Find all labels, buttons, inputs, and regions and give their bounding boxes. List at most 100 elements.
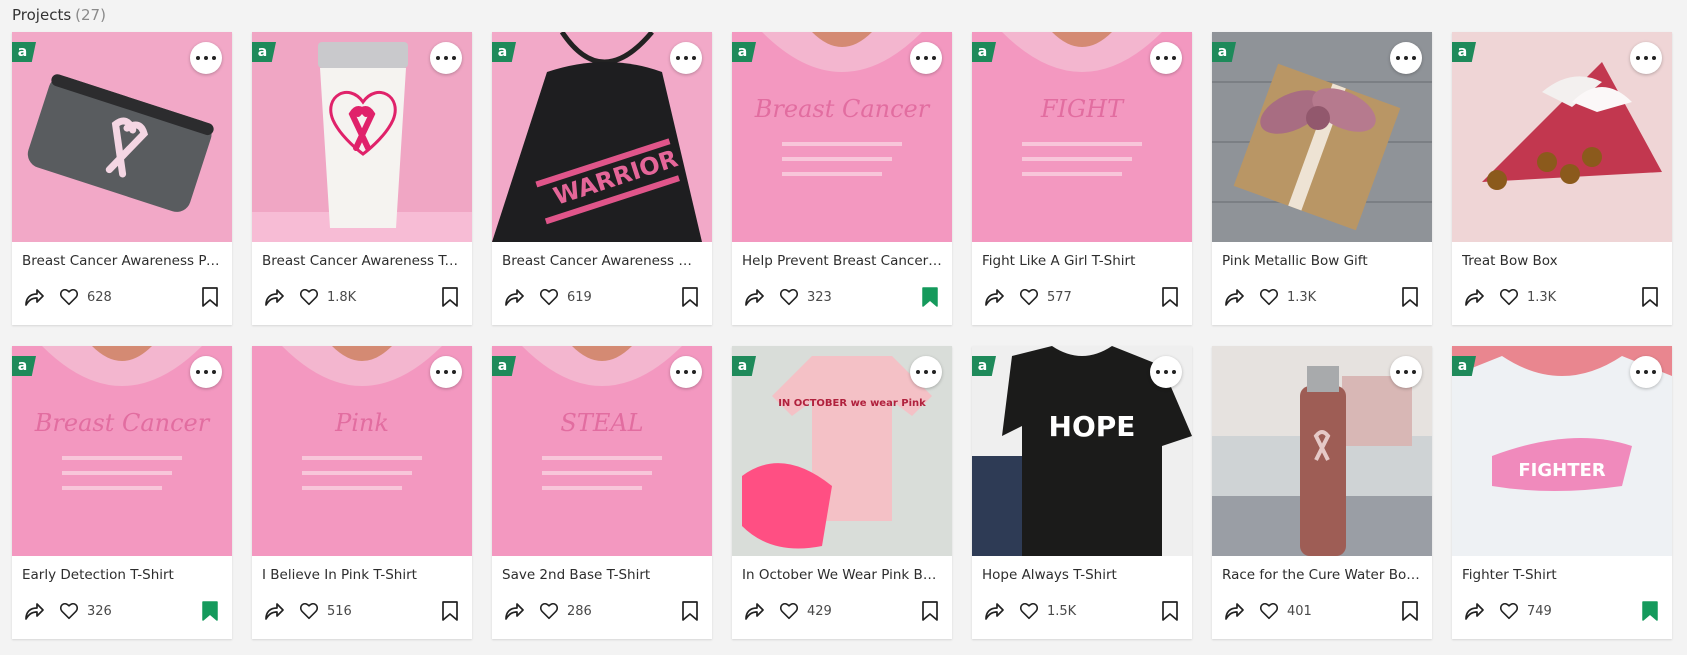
dot bbox=[1404, 370, 1408, 374]
project-card[interactable]: IN OCTOBER we wear Pink a In October We … bbox=[732, 346, 952, 639]
like-count: 628 bbox=[87, 289, 112, 305]
project-title[interactable]: Help Prevent Breast Cancer ... bbox=[742, 253, 942, 269]
bookmark-filled-icon[interactable] bbox=[920, 286, 940, 308]
thumb-text: Pink bbox=[334, 409, 389, 437]
share-icon[interactable] bbox=[742, 285, 766, 309]
project-title[interactable]: Early Detection T-Shirt bbox=[22, 567, 222, 583]
more-options-button[interactable] bbox=[1150, 42, 1182, 74]
like-button[interactable]: 1.3K bbox=[1498, 286, 1556, 308]
like-button[interactable]: 628 bbox=[58, 286, 112, 308]
project-title[interactable]: Treat Bow Box bbox=[1462, 253, 1662, 269]
project-card[interactable]: a Pink Metallic Bow Gift 1.3K bbox=[1212, 32, 1432, 325]
like-button[interactable]: 286 bbox=[538, 600, 592, 622]
more-options-button[interactable] bbox=[190, 42, 222, 74]
bookmark-icon[interactable] bbox=[1400, 600, 1420, 622]
more-options-button[interactable] bbox=[1630, 42, 1662, 74]
project-card[interactable]: Breast Cancer a Early Detection T-Shirt … bbox=[12, 346, 232, 639]
project-card[interactable]: STEAL a Save 2nd Base T-Shirt 286 bbox=[492, 346, 712, 639]
share-icon[interactable] bbox=[982, 285, 1006, 309]
like-button[interactable]: 577 bbox=[1018, 286, 1072, 308]
bookmark-icon[interactable] bbox=[200, 286, 220, 308]
project-card[interactable]: a Treat Bow Box 1.3K bbox=[1452, 32, 1672, 325]
more-options-button[interactable] bbox=[910, 356, 942, 388]
like-button[interactable]: 326 bbox=[58, 600, 112, 622]
project-card[interactable]: Pink I Believe In Pink T-Shirt 516 bbox=[252, 346, 472, 639]
share-icon[interactable] bbox=[502, 599, 526, 623]
share-icon[interactable] bbox=[982, 599, 1006, 623]
share-icon[interactable] bbox=[22, 285, 46, 309]
project-card[interactable]: WARRIOR a Breast Cancer Awareness W... 6… bbox=[492, 32, 712, 325]
like-button[interactable]: 323 bbox=[778, 286, 832, 308]
bookmark-icon[interactable] bbox=[1640, 286, 1660, 308]
more-options-button[interactable] bbox=[1390, 356, 1422, 388]
bookmark-icon[interactable] bbox=[680, 600, 700, 622]
dot bbox=[1396, 56, 1400, 60]
more-options-button[interactable] bbox=[430, 42, 462, 74]
share-icon[interactable] bbox=[262, 599, 286, 623]
access-badge-icon: a bbox=[732, 356, 756, 376]
project-title[interactable]: Race for the Cure Water Bottle bbox=[1222, 567, 1422, 583]
project-title[interactable]: In October We Wear Pink Ba... bbox=[742, 567, 942, 583]
more-options-button[interactable] bbox=[1630, 356, 1662, 388]
thumb-text: STEAL bbox=[560, 409, 643, 437]
card-actions: 286 bbox=[502, 599, 700, 623]
like-button[interactable]: 1.5K bbox=[1018, 600, 1076, 622]
project-card[interactable]: Race for the Cure Water Bottle 401 bbox=[1212, 346, 1432, 639]
thumb-text: Breast Cancer bbox=[34, 409, 211, 437]
card-actions: 1.5K bbox=[982, 599, 1180, 623]
heart-icon bbox=[1258, 600, 1280, 622]
project-card[interactable]: FIGHT a Fight Like A Girl T-Shirt 577 bbox=[972, 32, 1192, 325]
project-card[interactable]: a Breast Cancer Awareness Po... 628 bbox=[12, 32, 232, 325]
dot bbox=[1652, 56, 1656, 60]
like-count: 1.8K bbox=[327, 289, 357, 305]
project-card[interactable]: Breast Cancer a Help Prevent Breast Canc… bbox=[732, 32, 952, 325]
bookmark-icon[interactable] bbox=[1160, 600, 1180, 622]
like-button[interactable]: 619 bbox=[538, 286, 592, 308]
access-badge-icon: a bbox=[492, 356, 516, 376]
bookmark-icon[interactable] bbox=[680, 286, 700, 308]
like-button[interactable]: 429 bbox=[778, 600, 832, 622]
more-options-button[interactable] bbox=[1150, 356, 1182, 388]
share-icon[interactable] bbox=[1222, 285, 1246, 309]
more-options-button[interactable] bbox=[910, 42, 942, 74]
more-options-button[interactable] bbox=[1390, 42, 1422, 74]
share-icon[interactable] bbox=[262, 285, 286, 309]
share-icon[interactable] bbox=[1222, 599, 1246, 623]
more-options-button[interactable] bbox=[670, 356, 702, 388]
project-card[interactable]: HOPE a Hope Always T-Shirt 1.5K bbox=[972, 346, 1192, 639]
share-icon[interactable] bbox=[502, 285, 526, 309]
project-title[interactable]: Breast Cancer Awareness W... bbox=[502, 253, 702, 269]
like-count: 326 bbox=[87, 603, 112, 619]
bookmark-filled-icon[interactable] bbox=[1640, 600, 1660, 622]
project-title[interactable]: Fight Like A Girl T-Shirt bbox=[982, 253, 1182, 269]
like-button[interactable]: 401 bbox=[1258, 600, 1312, 622]
project-card[interactable]: a Breast Cancer Awareness Tu... 1.8K bbox=[252, 32, 472, 325]
card-actions: 619 bbox=[502, 285, 700, 309]
share-icon[interactable] bbox=[1462, 599, 1486, 623]
card-actions: 1.8K bbox=[262, 285, 460, 309]
like-button[interactable]: 749 bbox=[1498, 600, 1552, 622]
project-title[interactable]: Hope Always T-Shirt bbox=[982, 567, 1182, 583]
bookmark-icon[interactable] bbox=[440, 286, 460, 308]
project-title[interactable]: Pink Metallic Bow Gift bbox=[1222, 253, 1422, 269]
share-icon[interactable] bbox=[22, 599, 46, 623]
bookmark-filled-icon[interactable] bbox=[200, 600, 220, 622]
project-title[interactable]: Breast Cancer Awareness Tu... bbox=[262, 253, 462, 269]
more-options-button[interactable] bbox=[670, 42, 702, 74]
share-icon[interactable] bbox=[742, 599, 766, 623]
more-options-button[interactable] bbox=[190, 356, 222, 388]
project-card[interactable]: FIGHTER a Fighter T-Shirt 749 bbox=[1452, 346, 1672, 639]
project-title[interactable]: Save 2nd Base T-Shirt bbox=[502, 567, 702, 583]
like-button[interactable]: 1.8K bbox=[298, 286, 356, 308]
project-title[interactable]: Breast Cancer Awareness Po... bbox=[22, 253, 222, 269]
bookmark-icon[interactable] bbox=[1400, 286, 1420, 308]
bookmark-icon[interactable] bbox=[1160, 286, 1180, 308]
project-title[interactable]: I Believe In Pink T-Shirt bbox=[262, 567, 462, 583]
like-button[interactable]: 516 bbox=[298, 600, 352, 622]
project-title[interactable]: Fighter T-Shirt bbox=[1462, 567, 1662, 583]
share-icon[interactable] bbox=[1462, 285, 1486, 309]
bookmark-icon[interactable] bbox=[920, 600, 940, 622]
like-button[interactable]: 1.3K bbox=[1258, 286, 1316, 308]
bookmark-icon[interactable] bbox=[440, 600, 460, 622]
more-options-button[interactable] bbox=[430, 356, 462, 388]
